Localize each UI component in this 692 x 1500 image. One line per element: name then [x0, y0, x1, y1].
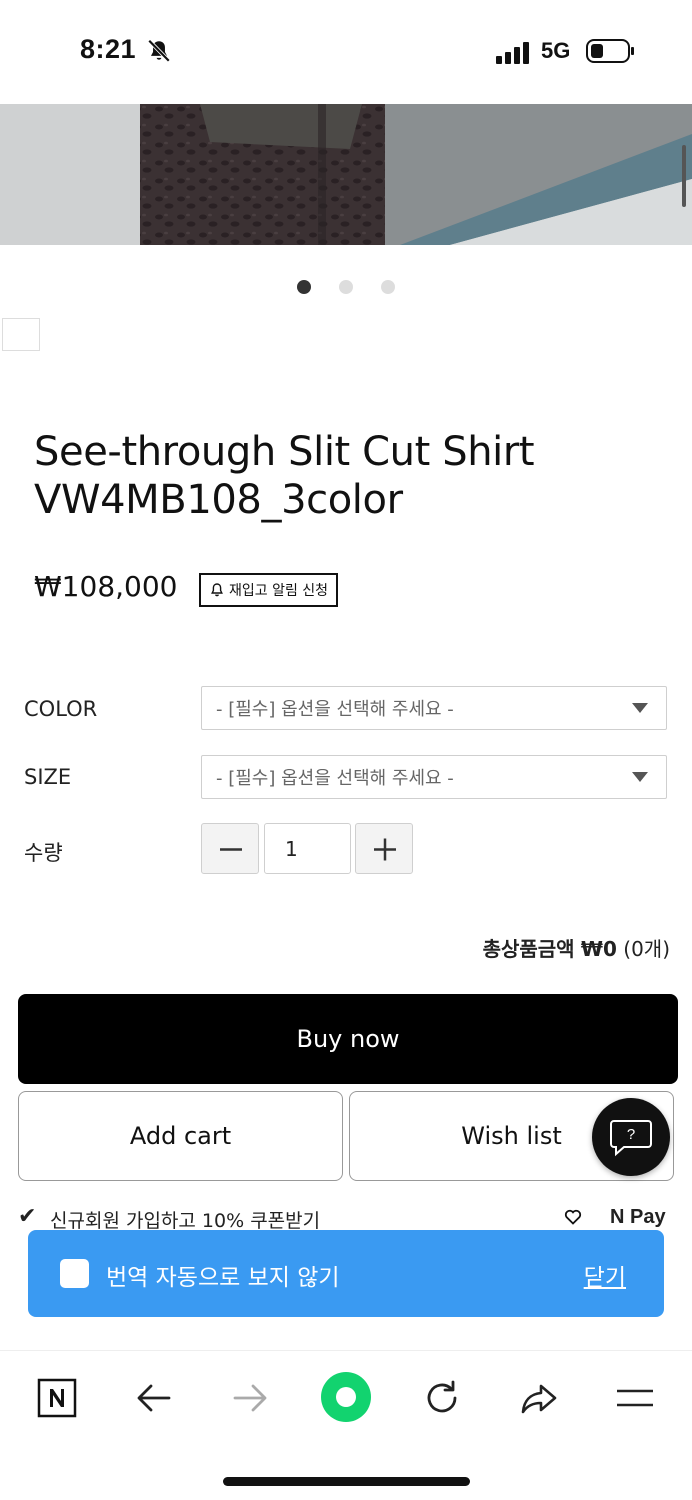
color-select-placeholder: - [필수] 옵션을 선택해 주세요 - [216, 699, 454, 720]
quantity-increase-button[interactable] [355, 823, 413, 874]
chat-question-icon: ? [610, 1120, 652, 1157]
thumbnail-placeholder [2, 318, 40, 351]
carousel-dot-3[interactable] [381, 280, 395, 294]
total-price: 총상품금액 ₩0 (0개) [483, 933, 670, 962]
translate-bar: 번역 자동으로 보지 않기 닫기 [28, 1230, 664, 1317]
translate-checkbox[interactable] [60, 1259, 89, 1288]
total-label: 총상품금액 [482, 937, 575, 961]
minus-icon [220, 848, 242, 851]
add-cart-button[interactable]: Add cart [18, 1091, 343, 1181]
restock-alert-button[interactable]: 재입고 알림 신청 [199, 573, 339, 607]
quantity-decrease-button[interactable] [201, 823, 259, 874]
chevron-down-icon [632, 772, 648, 782]
check-icon: ✔ [18, 1204, 37, 1229]
battery-icon [586, 39, 634, 63]
signal-icon [496, 40, 532, 64]
reload-icon[interactable] [422, 1378, 462, 1418]
product-price: ₩108,000 [34, 570, 178, 603]
restock-alert-label: 재입고 알림 신청 [229, 583, 329, 599]
carousel-dot-2[interactable] [339, 280, 353, 294]
status-bar: 8:21 5G [0, 0, 692, 104]
bell-icon [211, 583, 223, 597]
product-photo [0, 104, 692, 245]
share-icon[interactable] [519, 1378, 559, 1418]
naver-home-icon[interactable] [37, 1378, 77, 1418]
bell-off-icon [147, 39, 171, 63]
product-image[interactable] [0, 104, 692, 245]
size-select[interactable]: - [필수] 옵션을 선택해 주세요 - [201, 755, 667, 799]
network-type: 5G [541, 38, 571, 63]
carousel-dots [0, 280, 692, 294]
translate-close-button[interactable]: 닫기 [584, 1258, 626, 1292]
forward-arrow-icon[interactable] [230, 1378, 270, 1418]
carousel-dot-1[interactable] [297, 280, 311, 294]
product-title-line1: See-through Slit Cut Shirt [34, 429, 535, 475]
coupon-link[interactable]: 신규회원 가입하고 10% 쿠폰받기 [50, 1206, 320, 1233]
status-time: 8:21 [80, 34, 137, 64]
total-count: (0개) [623, 937, 670, 961]
back-arrow-icon[interactable] [134, 1378, 174, 1418]
color-select[interactable]: - [필수] 옵션을 선택해 주세요 - [201, 686, 667, 730]
quantity-label: 수량 [24, 841, 63, 865]
product-title: See-through Slit Cut Shirt VW4MB108_3col… [34, 428, 674, 524]
quantity-input[interactable]: 1 [264, 823, 351, 874]
plus-icon [374, 838, 396, 861]
menu-icon[interactable] [615, 1378, 655, 1418]
svg-text:?: ? [627, 1126, 635, 1143]
total-amount: ₩0 [580, 937, 617, 961]
green-dot-icon[interactable] [320, 1371, 372, 1423]
help-chat-button[interactable]: ? [592, 1098, 670, 1176]
translate-label: 번역 자동으로 보지 않기 [106, 1265, 340, 1291]
size-select-placeholder: - [필수] 옵션을 선택해 주세요 - [216, 768, 454, 789]
size-label: SIZE [24, 765, 72, 789]
npay-button[interactable]: N Pay [610, 1206, 666, 1229]
product-title-line2: VW4MB108_3color [34, 477, 403, 523]
home-indicator[interactable] [223, 1477, 470, 1486]
chevron-down-icon [632, 703, 648, 713]
scroll-indicator[interactable] [682, 145, 686, 207]
color-label: COLOR [24, 697, 98, 721]
buy-now-button[interactable]: Buy now [18, 994, 678, 1084]
browser-toolbar [0, 1350, 692, 1444]
heart-icon[interactable] [564, 1208, 582, 1226]
